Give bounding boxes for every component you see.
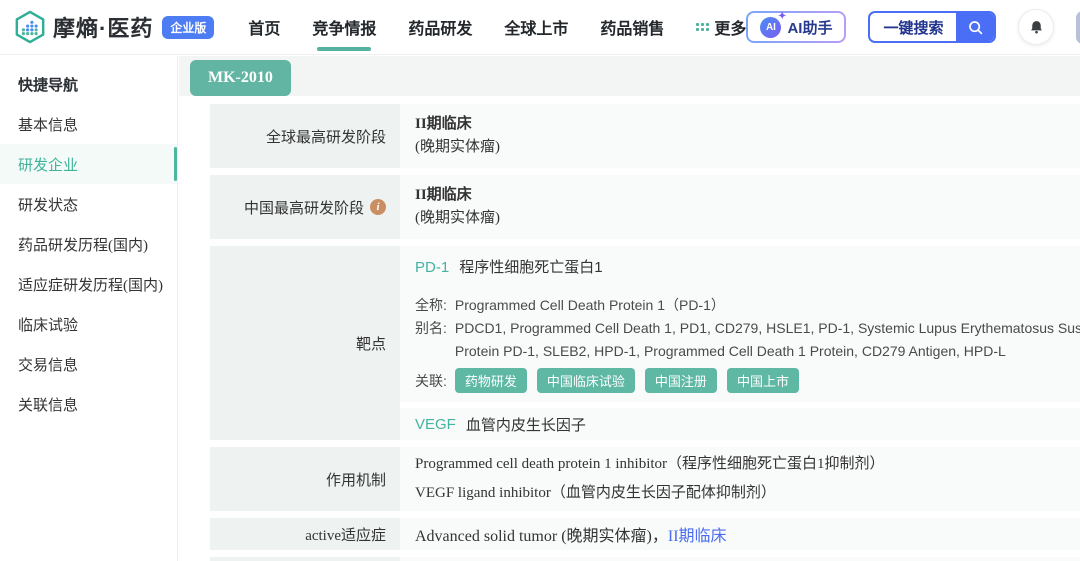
target-pd1-block: PD-1 程序性细胞死亡蛋白1 全称: Programmed Cell Death… <box>400 246 1080 402</box>
sidebar-item-clinical-trials[interactable]: 临床试验 <box>0 304 177 344</box>
row-label: 作用机制 <box>210 447 400 511</box>
nav-more[interactable]: 更多 <box>696 0 746 55</box>
search-icon[interactable] <box>956 13 995 41</box>
link-tag-drug-rd[interactable]: 药物研发 <box>454 368 527 393</box>
target-name: 程序性细胞死亡蛋白1 <box>459 259 603 276</box>
table-row: 中国最高研发阶段 i II期临床 (晚期实体瘤) <box>210 175 1080 239</box>
target-links-row: 关联: 药物研发 中国临床试验 中国注册 中国上市 <box>415 368 1080 393</box>
target-alias-line2: Protein PD-1, SLEB2, HPD-1, Programmed C… <box>454 343 1006 359</box>
edition-badge: 企业版 <box>162 15 215 39</box>
nav-drug-sales[interactable]: 药品销售 <box>600 0 664 55</box>
main-content: MK-2010 全球最高研发阶段 II期临床 (晚期实体瘤) 中国最高研发阶段 … <box>179 56 1080 561</box>
brand-logo[interactable]: 摩熵·医药 企业版 <box>14 10 215 44</box>
sidebar-item-related-info[interactable]: 关联信息 <box>0 384 177 424</box>
row-value: Cancer（肿瘤） <box>400 557 1080 561</box>
row-label: 全球最高研发阶段 <box>210 104 400 168</box>
row-label: 中国最高研发阶段 i <box>210 175 400 239</box>
stage-sub: (晚期实体瘤) <box>415 210 500 226</box>
indication-text: Advanced solid tumor (晚期实体瘤) <box>415 528 652 545</box>
row-value: Programmed cell death protein 1 inhibito… <box>400 447 1080 511</box>
content-header-band <box>179 56 1080 96</box>
link-tag-china-launch[interactable]: 中国上市 <box>726 368 799 393</box>
sidebar-item-indication-rd-history[interactable]: 适应症研发历程(国内) <box>0 264 177 304</box>
nav-drug-rd[interactable]: 药品研发 <box>408 0 472 55</box>
sidebar-item-deal-info[interactable]: 交易信息 <box>0 344 177 384</box>
indication-separator: ， <box>651 528 668 545</box>
table-row: 作用机制 Programmed cell death protein 1 inh… <box>210 447 1080 511</box>
stage-sub: (晚期实体瘤) <box>415 139 500 155</box>
target-fullname: Programmed Cell Death Protein 1（PD-1） <box>454 297 725 313</box>
header-actions: AI ✦ AI助手 一键搜索 VIP ✓ <box>746 9 1080 45</box>
indication-stage-link[interactable]: II期临床 <box>668 522 727 546</box>
target-alias-row: 别名: PDCD1, Programmed Cell Death 1, PD1,… <box>415 317 1080 363</box>
table-row: 全球最高研发阶段 II期临床 (晚期实体瘤) <box>210 104 1080 168</box>
mechanism-line: VEGF ligand inhibitor（血管内皮生长因子配体抑制剂） <box>415 485 776 501</box>
sidebar-item-rd-status[interactable]: 研发状态 <box>0 184 177 224</box>
top-navbar: 摩熵·医药 企业版 首页 竞争情报 药品研发 全球上市 药品销售 更多 AI ✦ <box>0 0 1080 55</box>
nav-global-launch[interactable]: 全球上市 <box>504 0 568 55</box>
sidebar-item-drug-rd-history[interactable]: 药品研发历程(国内) <box>0 224 177 264</box>
more-grid-icon <box>696 23 710 31</box>
quick-nav-sidebar: 快捷导航 基本信息 研发企业 研发状态 药品研发历程(国内) 适应症研发历程(国… <box>0 56 178 561</box>
target-vegf-block: VEGF 血管内皮生长因子 <box>400 408 1080 440</box>
quick-search-button[interactable]: 一键搜索 <box>868 11 997 43</box>
table-row: 治疗领域 Cancer（肿瘤） <box>210 557 1080 561</box>
sidebar-title: 快捷导航 <box>18 77 79 94</box>
target-code-link[interactable]: PD-1 <box>415 259 449 276</box>
bell-icon <box>1031 20 1042 34</box>
active-tab-underline <box>317 46 372 51</box>
link-tag-china-registration[interactable]: 中国注册 <box>644 368 717 393</box>
row-label: active适应症 <box>210 518 400 550</box>
row-value: II期临床 (晚期实体瘤) <box>400 104 1080 168</box>
table-row: active适应症 Advanced solid tumor (晚期实体瘤)， I… <box>210 518 1080 550</box>
row-value: II期临床 (晚期实体瘤) <box>400 175 1080 239</box>
stage-value: II期临床 <box>415 116 472 132</box>
notifications-button[interactable] <box>1018 9 1055 45</box>
logo-hexagon-icon <box>15 10 45 44</box>
main-nav: 首页 竞争情报 药品研发 全球上市 药品销售 更多 <box>248 0 746 55</box>
target-fullname-row: 全称: Programmed Cell Death Protein 1（PD-1… <box>415 294 1080 317</box>
mechanism-line: Programmed cell death protein 1 inhibito… <box>415 456 885 472</box>
vip-badge[interactable]: VIP ✓ <box>1076 10 1080 44</box>
nav-competitive-intel[interactable]: 竞争情报 <box>312 0 376 55</box>
target-alias-line1: PDCD1, Programmed Cell Death 1, PD1, CD2… <box>454 320 1080 336</box>
row-label: 治疗领域 <box>210 557 400 561</box>
app-window: 摩熵·医药 企业版 首页 竞争情报 药品研发 全球上市 药品销售 更多 AI ✦ <box>0 0 1080 561</box>
ai-logo-icon: AI ✦ <box>760 11 786 38</box>
target-name: 血管内皮生长因子 <box>465 416 586 434</box>
sidebar-item-basic-info[interactable]: 基本信息 <box>0 104 177 144</box>
target-value: PD-1 程序性细胞死亡蛋白1 全称: Programmed Cell Death… <box>400 246 1080 440</box>
drug-name-tag: MK-2010 <box>190 60 291 96</box>
row-value: Advanced solid tumor (晚期实体瘤)， II期临床 <box>400 518 1080 550</box>
target-title: PD-1 程序性细胞死亡蛋白1 <box>415 257 1080 279</box>
stage-value: II期临床 <box>415 187 472 203</box>
drug-detail-table: 全球最高研发阶段 II期临床 (晚期实体瘤) 中国最高研发阶段 i II期临床 … <box>210 104 1080 561</box>
target-code-link[interactable]: VEGF <box>415 416 456 433</box>
info-icon[interactable]: i <box>370 199 386 215</box>
ai-assistant-button[interactable]: AI ✦ AI助手 <box>746 11 846 43</box>
row-label: 靶点 <box>210 246 400 440</box>
sidebar-item-rd-companies[interactable]: 研发企业 <box>0 144 177 184</box>
link-tag-china-clinical[interactable]: 中国临床试验 <box>536 368 635 393</box>
brand-name: 摩熵·医药 <box>53 16 154 41</box>
sidebar-active-indicator <box>174 147 177 181</box>
nav-home[interactable]: 首页 <box>248 0 280 55</box>
sparkle-icon: ✦ <box>778 10 787 22</box>
table-row: 靶点 PD-1 程序性细胞死亡蛋白1 全称: Programmed Cell De… <box>210 246 1080 440</box>
